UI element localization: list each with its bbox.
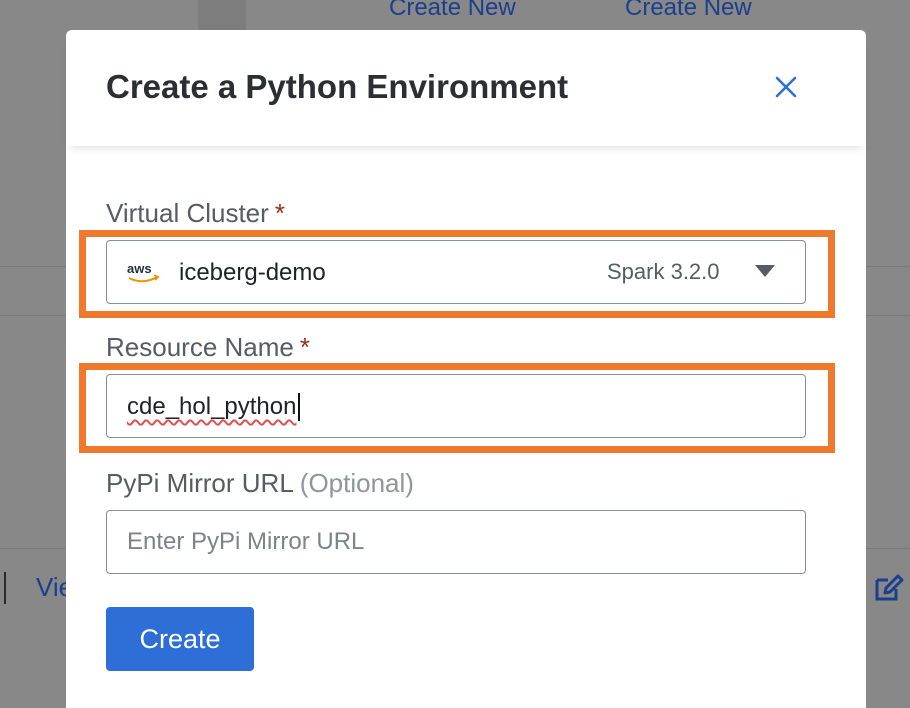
resource-name-value: cde_hol_python: [127, 393, 297, 420]
pypi-mirror-field: [106, 510, 806, 574]
edit-icon[interactable]: [874, 574, 904, 602]
required-marker: *: [299, 332, 310, 362]
resource-name-input[interactable]: cde_hol_python: [106, 374, 806, 438]
text-cursor: [298, 393, 300, 421]
virtual-cluster-select[interactable]: aws iceberg-demo Spark 3.2.0: [106, 240, 806, 304]
create-new-link[interactable]: Create New: [389, 0, 516, 22]
pypi-mirror-input[interactable]: [107, 511, 805, 573]
chevron-down-icon[interactable]: [755, 265, 775, 277]
modal-header: Create a Python Environment: [66, 30, 866, 146]
background-column: [198, 0, 246, 30]
required-marker: *: [274, 198, 285, 228]
create-button[interactable]: Create: [106, 607, 254, 671]
pypi-mirror-label: PyPi Mirror URL (Optional): [106, 468, 414, 499]
create-python-environment-modal: Create a Python Environment Virtual Clus…: [66, 30, 866, 708]
spark-version-label: Spark 3.2.0: [607, 259, 720, 284]
modal-title: Create a Python Environment: [106, 68, 569, 105]
optional-marker: (Optional): [299, 468, 414, 498]
background-separator: [4, 572, 6, 604]
resource-name-label: Resource Name *: [106, 332, 310, 363]
create-new-link[interactable]: Create New: [625, 0, 752, 22]
virtual-cluster-label: Virtual Cluster *: [106, 198, 285, 229]
pypi-mirror-label-text: PyPi Mirror URL: [106, 468, 294, 498]
aws-logo-text: aws: [127, 261, 152, 276]
close-icon[interactable]: [771, 72, 801, 102]
virtual-cluster-label-text: Virtual Cluster: [106, 198, 269, 228]
resource-name-label-text: Resource Name: [106, 332, 294, 362]
virtual-cluster-value: iceberg-demo: [179, 259, 326, 286]
aws-logo-icon: aws: [127, 261, 160, 283]
